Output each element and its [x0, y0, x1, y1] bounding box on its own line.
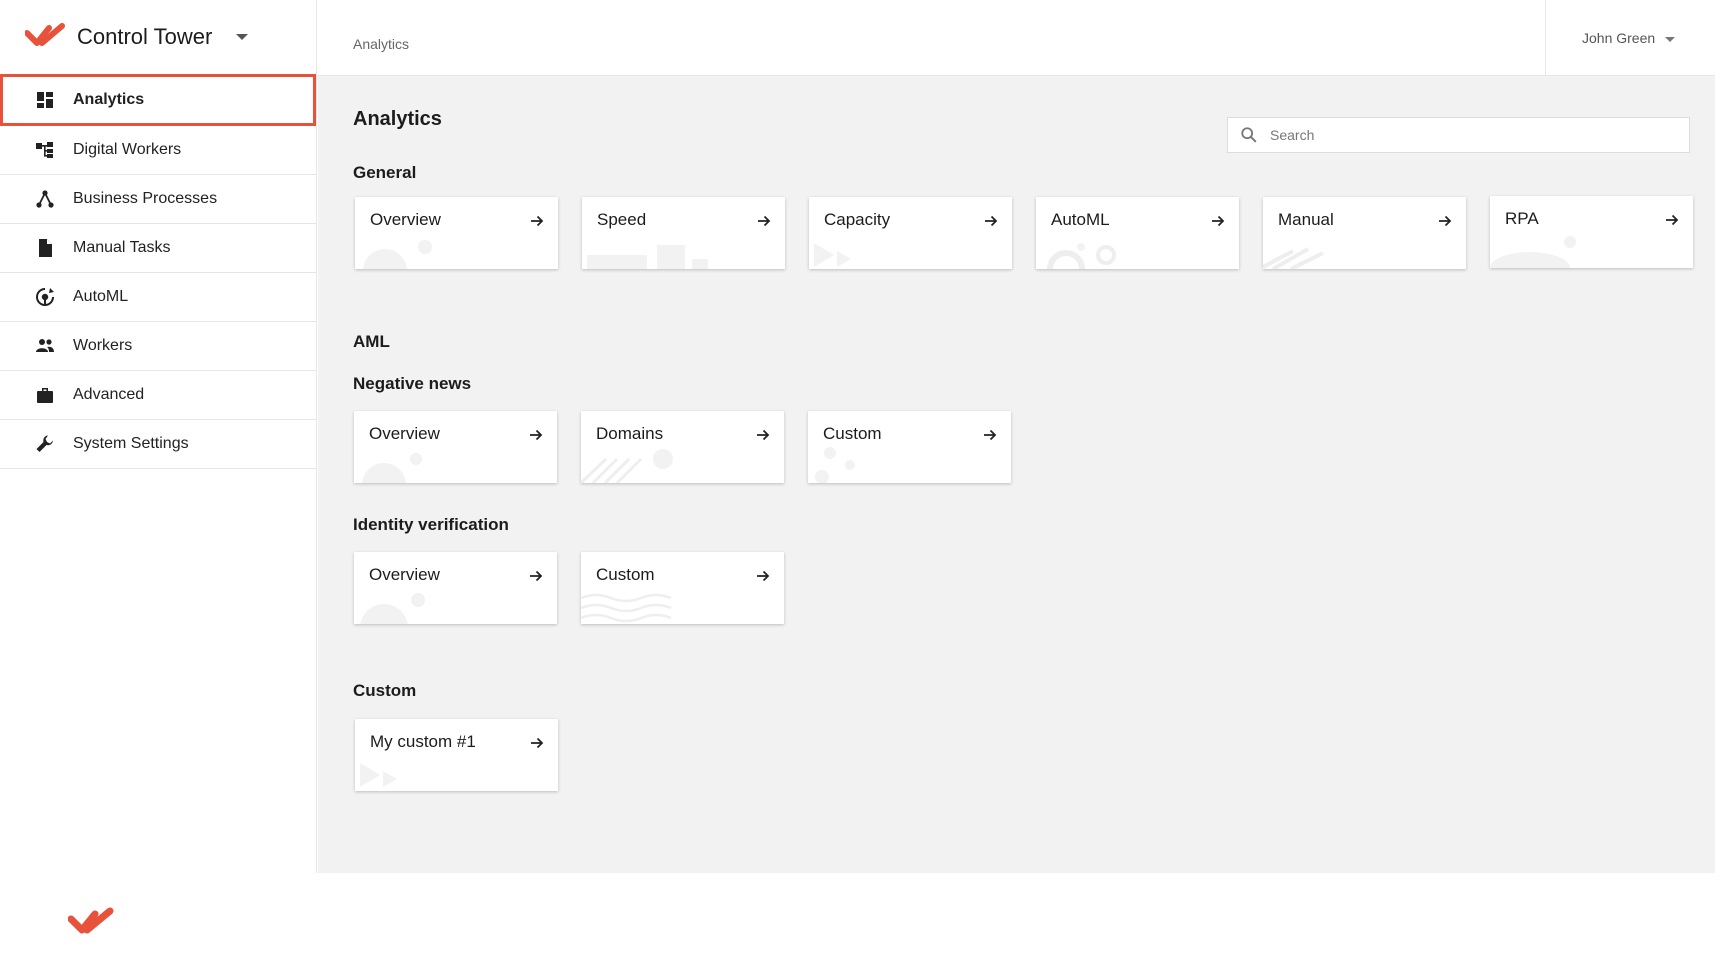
card-label: Custom [823, 424, 882, 443]
sidebar-item-digital-workers[interactable]: Digital Workers [0, 126, 316, 175]
sidebar-nav: Analytics Digital Workers Business Proce… [0, 74, 316, 469]
user-name: John Green [1582, 30, 1656, 46]
app-switcher[interactable]: Control Tower [0, 0, 316, 74]
page-title: Analytics [353, 108, 442, 130]
section-title-aml: AML [353, 332, 390, 351]
card-decoration [1263, 247, 1324, 269]
topbar: Analytics John Green [318, 0, 1715, 76]
card-negative-news-overview[interactable]: Overview [354, 411, 557, 483]
subsection-title-identity-verification: Identity verification [353, 515, 509, 534]
sidebar-item-advanced[interactable]: Advanced [0, 371, 316, 420]
card-general-overview[interactable]: Overview [355, 197, 558, 269]
card-decoration [814, 243, 851, 267]
card-negative-news-custom[interactable]: Custom [808, 411, 1011, 483]
card-decoration [360, 593, 425, 624]
card-general-capacity[interactable]: Capacity [809, 197, 1012, 269]
card-decoration [815, 447, 855, 483]
card-label: RPA [1505, 209, 1539, 228]
card-custom-my-custom-1[interactable]: My custom #1 [355, 719, 558, 791]
arrow-right-icon [1212, 215, 1225, 227]
card-decoration [363, 240, 432, 269]
brand-logo [25, 23, 65, 46]
arrow-right-icon [757, 570, 770, 582]
main-content: Analytics General Overview Speed Capacit… [318, 76, 1715, 873]
card-label: Overview [369, 565, 440, 584]
sidebar-item-label: Advanced [73, 386, 145, 403]
card-decoration [1047, 243, 1116, 269]
sidebar-item-automl[interactable]: AutoML [0, 273, 316, 322]
sidebar-item-label: Workers [73, 337, 133, 354]
sidebar-item-label: Analytics [73, 91, 145, 108]
search-icon [1241, 127, 1257, 143]
arrow-right-icon [757, 429, 770, 441]
arrow-right-icon [530, 570, 543, 582]
card-label: Overview [369, 424, 440, 443]
card-identity-verification-overview[interactable]: Overview [354, 552, 557, 624]
card-decoration [581, 449, 673, 483]
sidebar-item-label: System Settings [73, 435, 189, 452]
card-label: Manual [1278, 210, 1334, 229]
sidebar-item-workers[interactable]: Workers [0, 322, 316, 371]
card-decoration [581, 593, 672, 623]
chevron-down-icon [1665, 37, 1676, 42]
sidebar-item-label: AutoML [73, 288, 129, 305]
people-icon [34, 335, 56, 357]
card-label: Overview [370, 210, 441, 229]
search-box[interactable] [1227, 117, 1690, 153]
briefcase-icon [34, 384, 56, 406]
arrow-right-icon [1666, 214, 1679, 226]
card-label: Custom [596, 565, 655, 584]
card-negative-news-domains[interactable]: Domains [581, 411, 784, 483]
card-decoration [362, 453, 422, 483]
process-graph-icon [34, 188, 56, 210]
card-identity-verification-custom[interactable]: Custom [581, 552, 784, 624]
sidebar: Control Tower Analytics Digital Workers … [0, 0, 317, 934]
sidebar-item-system-settings[interactable]: System Settings [0, 420, 316, 469]
arrow-right-icon [984, 429, 997, 441]
brand-logo [68, 907, 114, 934]
dashboard-icon [34, 89, 56, 111]
card-label: Capacity [824, 210, 891, 229]
sidebar-item-business-processes[interactable]: Business Processes [0, 175, 316, 224]
arrow-right-icon [1439, 215, 1452, 227]
sidebar-item-label: Manual Tasks [73, 239, 171, 256]
breadcrumb[interactable]: Analytics [353, 36, 409, 52]
card-label: Speed [597, 210, 647, 229]
subsection-title-negative-news: Negative news [353, 374, 472, 393]
section-title-general: General [353, 163, 417, 182]
card-decoration [1490, 236, 1576, 268]
chevron-down-icon[interactable] [236, 34, 249, 40]
card-general-rpa[interactable]: RPA [1490, 196, 1693, 268]
app-title: Control Tower [77, 24, 213, 49]
arrow-right-icon [531, 737, 544, 749]
sidebar-item-label: Business Processes [73, 190, 218, 207]
hierarchy-icon [34, 139, 56, 161]
wrench-icon [34, 433, 56, 455]
arrow-right-icon [758, 215, 771, 227]
arrow-right-icon [530, 429, 543, 441]
user-menu[interactable]: John Green [1545, 0, 1715, 76]
arrow-right-icon [531, 215, 544, 227]
section-title-custom: Custom [353, 681, 417, 700]
card-general-speed[interactable]: Speed [582, 197, 785, 269]
sidebar-item-manual-tasks[interactable]: Manual Tasks [0, 224, 316, 273]
card-decoration [360, 763, 397, 787]
card-general-manual[interactable]: Manual [1263, 197, 1466, 269]
arrow-right-icon [985, 215, 998, 227]
document-icon [34, 237, 56, 259]
card-label: AutoML [1051, 210, 1110, 229]
sidebar-item-analytics[interactable]: Analytics [0, 74, 316, 126]
card-label: Domains [596, 424, 664, 443]
card-decoration [587, 245, 708, 269]
sidebar-item-label: Digital Workers [73, 141, 182, 158]
card-general-automl[interactable]: AutoML [1036, 197, 1239, 269]
brain-gear-icon [34, 286, 56, 308]
search-input[interactable] [1270, 127, 1670, 143]
card-label: My custom #1 [370, 732, 476, 751]
